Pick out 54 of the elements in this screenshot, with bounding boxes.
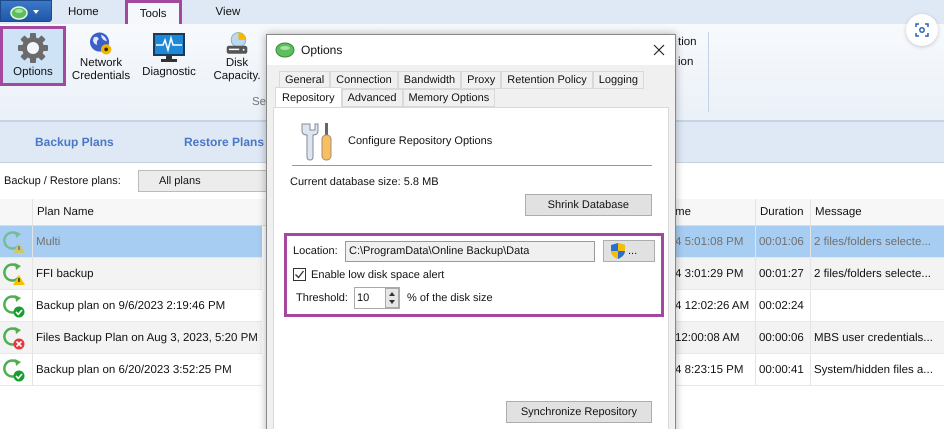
nav-link[interactable]: Backup Plans	[35, 135, 149, 149]
gear-icon	[16, 31, 50, 65]
synchronize-button[interactable]: Synchronize Repository	[506, 401, 652, 423]
threshold-spinner[interactable]: 10	[354, 287, 400, 309]
ribbon-tab[interactable]: Tools	[124, 0, 182, 24]
shield-icon	[610, 242, 626, 260]
filter-label: Backup / Restore plans:	[4, 175, 122, 187]
table-cell: 2 files/folders selecte...	[810, 226, 944, 257]
browse-button[interactable]: ...	[603, 240, 655, 262]
threshold-label: Threshold:	[296, 292, 349, 304]
table-cell: 00:01:27	[755, 258, 810, 289]
ribbon-item-label[interactable]: ion	[678, 56, 694, 68]
dialog-tab[interactable]: Retention Policy	[501, 71, 593, 89]
dialog-tab[interactable]: Advanced	[342, 89, 403, 107]
ribbon-tab[interactable]: View	[204, 0, 252, 24]
column-header[interactable]: Plan Name	[32, 199, 262, 225]
dialog-tab[interactable]: Repository	[275, 87, 342, 107]
dialog-tab[interactable]: Proxy	[461, 71, 502, 89]
ribbon-item-label[interactable]: tion	[678, 36, 697, 48]
threshold-unit: % of the disk size	[407, 292, 493, 304]
ribbon-button[interactable]: Network Credentials	[68, 26, 134, 86]
table-cell: 00:02:24	[755, 290, 810, 321]
table-cell: System/hidden files a...	[810, 354, 944, 385]
table-cell: 00:00:06	[755, 322, 810, 353]
ribbon-tab[interactable]: Home	[56, 0, 111, 24]
app-logo-icon	[275, 42, 295, 58]
dialog-title: Options	[301, 43, 342, 57]
screenshot-button[interactable]	[906, 14, 938, 46]
table-cell: 00:01:06	[755, 226, 810, 257]
capture-icon	[914, 22, 930, 38]
location-field[interactable]: C:\ProgramData\Online Backup\Data	[345, 240, 595, 262]
dialog-tab[interactable]: Logging	[592, 71, 644, 89]
ribbon-button[interactable]: Diagnostic	[136, 26, 202, 86]
table-cell: MBS user credentials...	[810, 322, 944, 353]
shrink-database-button[interactable]: Shrink Database	[524, 194, 652, 216]
close-icon[interactable]	[653, 44, 665, 56]
dialog-tab[interactable]: Connection	[330, 71, 398, 89]
alert-checkbox[interactable]	[293, 268, 306, 281]
plans-dropdown[interactable]: All plans	[138, 170, 268, 192]
table-cell: 2 files/folders selecte...	[810, 258, 944, 289]
dialog-tab[interactable]: Memory Options	[402, 89, 496, 107]
group-label: Se	[252, 96, 266, 108]
monitor-pulse-icon	[152, 31, 186, 65]
table-cell: 00:00:41	[755, 354, 810, 385]
column-header[interactable]: Message	[810, 199, 944, 225]
section-title: Configure Repository Options	[348, 135, 492, 147]
checkbox-label[interactable]: Enable low disk space alert	[311, 268, 444, 280]
column-header[interactable]: Duration	[755, 199, 810, 225]
app-menu-button[interactable]	[0, 0, 52, 22]
dialog-tab[interactable]: Bandwidth	[398, 71, 462, 89]
spinner-arrows-icon[interactable]	[385, 288, 399, 308]
database-size-text: Current database size: 5.8 MB	[290, 176, 440, 188]
location-label: Location:	[293, 245, 339, 257]
ribbon-button[interactable]: Options	[0, 26, 66, 86]
